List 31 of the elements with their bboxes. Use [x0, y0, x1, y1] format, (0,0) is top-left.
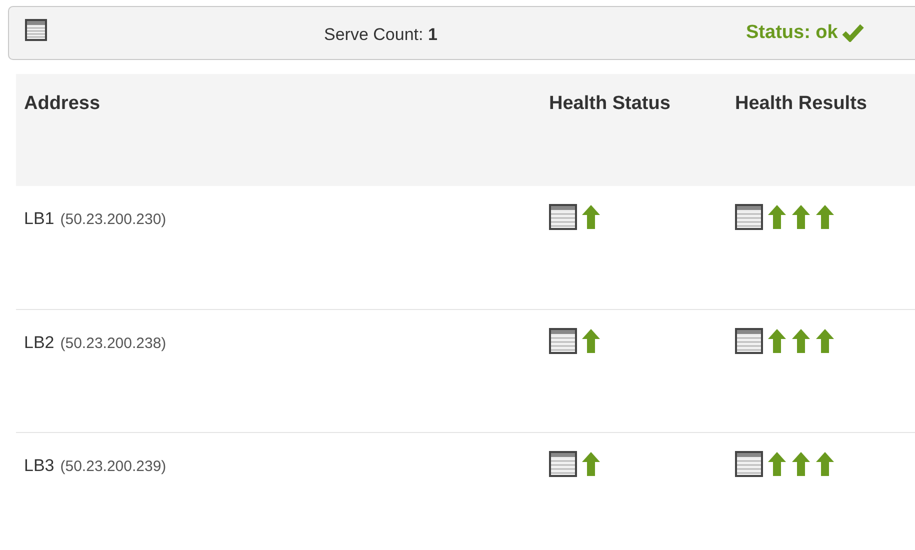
up-arrow-icon	[767, 204, 787, 230]
up-arrow-icon	[767, 451, 787, 477]
list-icon	[549, 328, 577, 354]
check-icon	[842, 24, 864, 42]
list-icon	[549, 451, 577, 477]
up-arrow-icon	[581, 204, 601, 230]
up-arrow-icon	[815, 204, 835, 230]
column-header: Health Status	[549, 92, 672, 116]
column-header: Health Results	[735, 92, 867, 116]
up-arrow-icon	[791, 328, 811, 354]
up-arrow-icon	[581, 451, 601, 477]
ip-address: (50.23.200.239)	[60, 457, 166, 477]
ip-address: (50.23.200.238)	[60, 334, 166, 354]
list-icon[interactable]	[25, 19, 47, 41]
column-header: Address	[24, 92, 102, 116]
list-icon	[735, 204, 763, 230]
list-icon	[735, 451, 763, 477]
serve-count: Serve Count: 1	[324, 24, 438, 46]
up-arrow-icon	[815, 451, 835, 477]
ip-address: (50.23.200.230)	[60, 210, 166, 230]
list-icon	[549, 204, 577, 230]
up-arrow-icon	[767, 328, 787, 354]
up-arrow-icon	[581, 328, 601, 354]
up-arrow-icon	[791, 451, 811, 477]
up-arrow-icon	[815, 328, 835, 354]
server-name: LB2	[24, 332, 54, 354]
status-text: Status: ok	[746, 21, 838, 45]
list-icon	[735, 328, 763, 354]
up-arrow-icon	[791, 204, 811, 230]
server-name: LB1	[24, 208, 54, 230]
server-name: LB3	[24, 455, 54, 477]
